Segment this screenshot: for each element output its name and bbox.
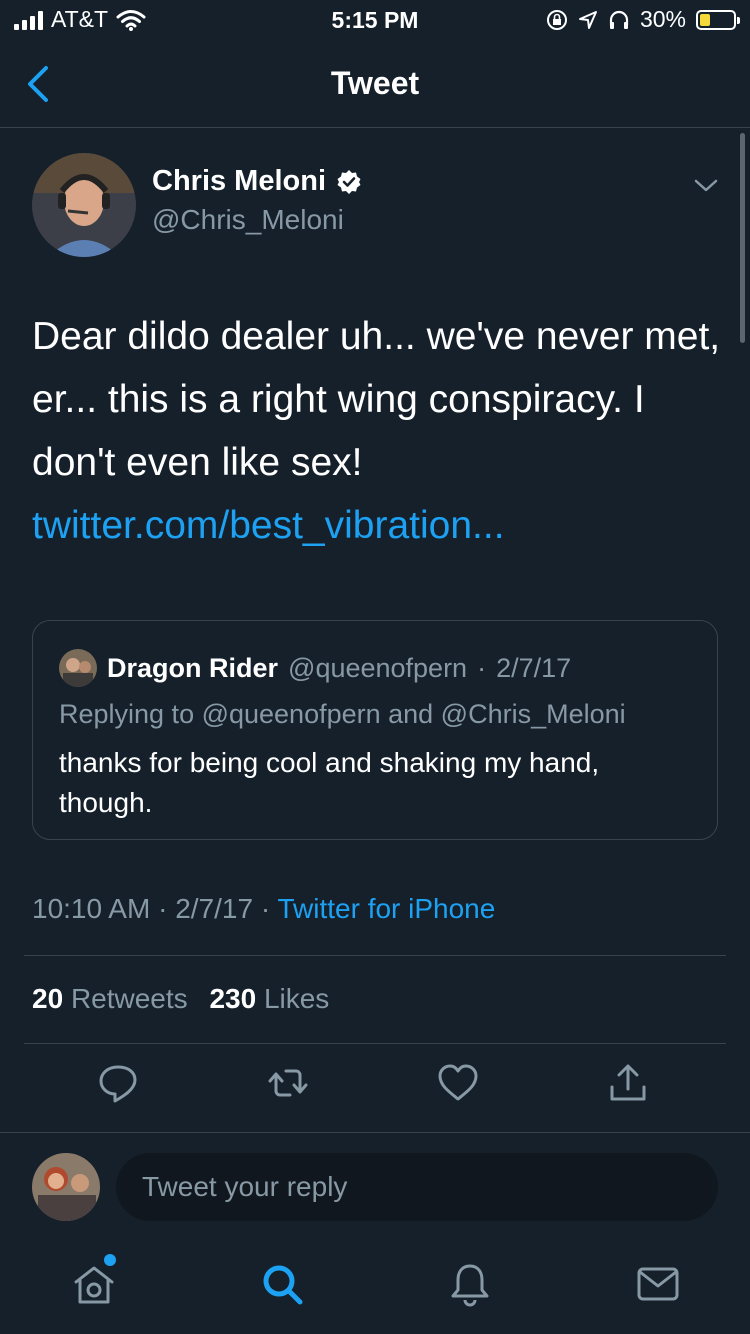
like-button[interactable] bbox=[436, 1061, 480, 1105]
quote-author-name: Dragon Rider bbox=[107, 652, 279, 683]
tab-notifications[interactable] bbox=[446, 1260, 494, 1308]
author-avatar[interactable] bbox=[32, 153, 136, 257]
tab-search[interactable] bbox=[258, 1260, 306, 1308]
tweet-actions bbox=[0, 1061, 750, 1117]
user-avatar[interactable] bbox=[32, 1153, 100, 1221]
battery-percent: 30% bbox=[639, 6, 686, 32]
quote-avatar bbox=[59, 649, 97, 687]
notifications-icon bbox=[451, 1264, 489, 1307]
location-icon bbox=[578, 10, 597, 29]
tweet-link[interactable]: twitter.com/best_vibration... bbox=[32, 494, 722, 557]
likes-stat[interactable]: 230 Likes bbox=[209, 983, 329, 1014]
quoted-tweet[interactable]: Dragon Rider @queenofpern · 2/7/17 Reply… bbox=[32, 620, 718, 840]
likes-label: Likes bbox=[263, 983, 330, 1014]
like-icon bbox=[438, 1064, 478, 1101]
orientation-lock-icon bbox=[546, 9, 567, 30]
divider bbox=[24, 955, 726, 956]
tweet-date: 2/7/17 bbox=[175, 893, 254, 924]
messages-icon bbox=[637, 1267, 679, 1301]
quote-avatar-image bbox=[59, 649, 97, 687]
author-row: Chris Meloni @Chris_Meloni bbox=[32, 153, 722, 257]
tweet-meta: 10:10 AM · 2/7/17 · Twitter for iPhone bbox=[32, 893, 495, 925]
reply-input[interactable] bbox=[116, 1153, 718, 1221]
page-title: Tweet bbox=[330, 65, 420, 101]
retweet-button[interactable] bbox=[266, 1061, 310, 1105]
quote-separator: · bbox=[477, 652, 487, 683]
quote-author-handle: @queenofpern bbox=[288, 652, 468, 683]
quote-header: Dragon Rider @queenofpern · 2/7/17 bbox=[59, 649, 571, 687]
status-bar: AT&T 5:15 PM 30% bbox=[0, 0, 750, 40]
quote-date: 2/7/17 bbox=[496, 652, 572, 683]
user-avatar-image bbox=[32, 1153, 100, 1221]
tweet-options-button[interactable] bbox=[690, 169, 722, 201]
chevron-down-icon bbox=[694, 179, 718, 192]
quote-text: thanks for being cool and shaking my han… bbox=[59, 747, 600, 818]
tab-messages[interactable] bbox=[634, 1260, 682, 1308]
new-content-dot bbox=[104, 1254, 116, 1266]
retweets-stat[interactable]: 20 Retweets bbox=[32, 983, 188, 1014]
nav-bar: Tweet bbox=[0, 40, 750, 128]
retweets-count: 20 bbox=[32, 983, 64, 1014]
author-name-text: Chris Meloni bbox=[152, 165, 327, 197]
author-display-name[interactable]: Chris Meloni bbox=[152, 165, 362, 198]
tab-bar bbox=[0, 1242, 750, 1334]
home-icon bbox=[74, 1266, 114, 1304]
battery-fill bbox=[700, 13, 710, 26]
meta-separator: · bbox=[260, 893, 271, 924]
share-button[interactable] bbox=[606, 1061, 650, 1105]
likes-count: 230 bbox=[209, 983, 257, 1014]
tab-home[interactable] bbox=[70, 1254, 118, 1308]
status-right: 30% bbox=[546, 6, 740, 33]
reply-icon bbox=[99, 1065, 137, 1103]
headphones-icon bbox=[609, 10, 629, 29]
battery-icon bbox=[696, 9, 740, 30]
verified-badge-icon bbox=[337, 169, 361, 194]
author-handle[interactable]: @Chris_Meloni bbox=[152, 204, 362, 236]
tweet-body: Dear dildo dealer uh... we've never met,… bbox=[32, 315, 721, 484]
retweet-icon bbox=[268, 1069, 308, 1097]
share-icon bbox=[610, 1064, 646, 1101]
author-names: Chris Meloni @Chris_Meloni bbox=[152, 165, 362, 236]
meta-separator: · bbox=[158, 893, 168, 924]
reply-button[interactable] bbox=[96, 1061, 140, 1105]
search-icon bbox=[263, 1265, 303, 1305]
tweet-time: 10:10 AM bbox=[32, 893, 151, 924]
retweets-label: Retweets bbox=[70, 983, 188, 1014]
scroll-indicator[interactable] bbox=[740, 133, 745, 343]
reply-bar bbox=[0, 1132, 750, 1242]
divider bbox=[24, 1043, 726, 1044]
tweet-source[interactable]: Twitter for iPhone bbox=[277, 893, 495, 924]
quote-replying-to: Replying to @queenofpern and @Chris_Melo… bbox=[59, 699, 626, 729]
tweet-text: Dear dildo dealer uh... we've never met,… bbox=[32, 305, 722, 557]
author-avatar-image bbox=[32, 153, 136, 257]
tweet-stats: 20 Retweets 230 Likes bbox=[32, 983, 343, 1015]
